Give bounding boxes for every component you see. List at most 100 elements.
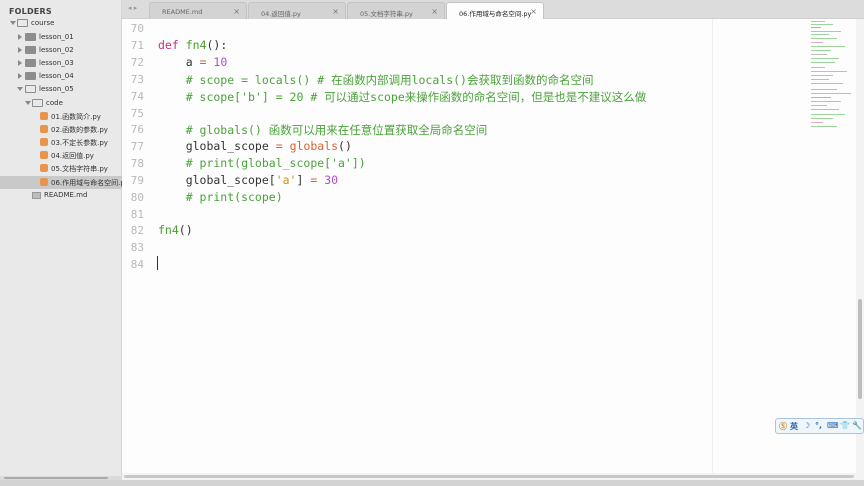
- code-line-73: # scope = locals() # 在函数内部调用locals()会获取到…: [158, 73, 594, 87]
- minimap-line: [811, 114, 845, 115]
- minimap-line: [811, 34, 829, 35]
- code-editor[interactable]: 70 71 72 73 74 75 76 77 78 79 80 81 82 8…: [122, 19, 727, 473]
- file-label: 06.作用域与命名空间.py: [51, 179, 129, 187]
- file-item[interactable]: README.md: [0, 189, 122, 202]
- folder-label: lesson_04: [39, 72, 74, 80]
- file-item[interactable]: 02.函数的参数.py: [0, 123, 122, 136]
- folder-open-icon: [32, 99, 43, 107]
- minimap-line: [811, 62, 835, 63]
- file-label: README.md: [44, 191, 88, 199]
- scrollbar-thumb[interactable]: [4, 477, 108, 479]
- line-number: 81: [130, 208, 144, 221]
- wrench-icon[interactable]: 🔧: [852, 421, 862, 430]
- minimap-line: [811, 79, 829, 80]
- tab-label: 06.作用域与命名空间.py: [459, 10, 532, 18]
- code-text: (): [338, 139, 352, 153]
- folder-label: lesson_02: [39, 46, 74, 54]
- number: 10: [206, 55, 228, 69]
- moon-icon[interactable]: ☽: [803, 421, 810, 430]
- folders-title: FOLDERS: [9, 7, 52, 16]
- chevron-right-icon[interactable]: [18, 60, 22, 66]
- code-line-80: # print(scope): [158, 190, 283, 204]
- text-cursor: [157, 256, 158, 270]
- minimap-line: [811, 67, 825, 68]
- folder-lesson-02[interactable]: lesson_02: [0, 44, 122, 57]
- file-item[interactable]: 05.文档字符串.py: [0, 162, 122, 175]
- minimap-line: [811, 31, 841, 32]
- minimap-line: [811, 93, 851, 94]
- minimap-line: [811, 46, 845, 47]
- close-icon[interactable]: ×: [431, 7, 438, 16]
- ime-logo-icon[interactable]: Ⓢ: [779, 421, 787, 432]
- string: 'a': [275, 173, 297, 187]
- line-number: 74: [130, 90, 144, 103]
- line-number: 84: [130, 258, 144, 271]
- folder-icon: [25, 59, 36, 67]
- chevron-right-icon[interactable]: [18, 34, 22, 40]
- chevron-right-icon[interactable]: [18, 73, 22, 79]
- skin-icon[interactable]: 👕: [840, 421, 850, 430]
- minimap-line: [811, 58, 839, 59]
- folder-code[interactable]: code: [0, 97, 122, 110]
- minimap-line: [811, 118, 833, 119]
- chevron-down-icon[interactable]: [25, 101, 31, 105]
- tab-05[interactable]: 05.文档字符串.py ×: [347, 2, 445, 19]
- vertical-scrollbar[interactable]: [856, 19, 864, 473]
- chevron-down-icon[interactable]: [17, 87, 23, 91]
- minimap-line: [811, 42, 823, 43]
- folder-course[interactable]: course: [0, 17, 122, 30]
- file-item[interactable]: 03.不定长参数.py: [0, 136, 122, 149]
- operator: =: [275, 139, 283, 153]
- chevron-right-icon[interactable]: [18, 47, 22, 53]
- code-line-71: def fn4():: [158, 38, 227, 52]
- tab-readme[interactable]: README.md ×: [149, 2, 247, 19]
- minimap-line: [811, 126, 837, 127]
- tab-06-active[interactable]: 06.作用域与命名空间.py ×: [446, 2, 544, 20]
- folder-lesson-05[interactable]: lesson_05: [0, 83, 122, 96]
- ime-language-toggle[interactable]: 英: [790, 421, 798, 432]
- folder-lesson-01[interactable]: lesson_01: [0, 31, 122, 44]
- line-number: 70: [130, 22, 144, 35]
- code-text: (): [178, 223, 193, 237]
- code-text: ]: [296, 173, 311, 187]
- close-icon[interactable]: ×: [530, 7, 537, 16]
- line-number: 80: [130, 191, 144, 204]
- folder-label: lesson_05: [39, 85, 74, 93]
- close-icon[interactable]: ×: [332, 7, 339, 16]
- line-number: 71: [130, 39, 144, 52]
- status-bar: [0, 480, 864, 486]
- folder-lesson-04[interactable]: lesson_04: [0, 70, 122, 83]
- ime-toolbar[interactable]: Ⓢ 英 ☽ °, ⌨ 👕 🔧: [775, 418, 864, 434]
- folder-icon: [25, 33, 36, 41]
- markdown-file-icon: [32, 192, 41, 199]
- horizontal-scrollbar[interactable]: [122, 473, 864, 480]
- minimap[interactable]: [712, 19, 854, 473]
- file-item-selected[interactable]: 06.作用域与命名空间.py: [0, 176, 129, 189]
- tab-nav-arrows[interactable]: ◂ ▸: [128, 4, 137, 12]
- chevron-down-icon[interactable]: [10, 21, 16, 25]
- folder-label: lesson_01: [39, 33, 74, 41]
- file-label: 03.不定长参数.py: [51, 139, 108, 147]
- tab-bar: ◂ ▸ README.md × 04.返回值.py × 05.文档字符串.py …: [122, 0, 864, 20]
- file-item[interactable]: 04.返回值.py: [0, 149, 122, 162]
- file-item[interactable]: 01.函数简介.py: [0, 110, 122, 123]
- folder-icon: [25, 46, 36, 54]
- line-number: 75: [130, 107, 144, 120]
- line-number: 73: [130, 73, 144, 86]
- code-line-77: global_scope = globals(): [158, 139, 352, 153]
- code-text: global_scope: [158, 139, 276, 153]
- close-icon[interactable]: ×: [233, 7, 240, 16]
- line-number: 76: [130, 123, 144, 136]
- tab-04[interactable]: 04.返回值.py ×: [248, 2, 346, 19]
- python-file-icon: [40, 164, 48, 172]
- file-label: 05.文档字符串.py: [51, 165, 108, 173]
- scrollbar-thumb[interactable]: [858, 299, 862, 399]
- minimap-line: [811, 21, 825, 22]
- keyboard-icon[interactable]: ⌨: [827, 421, 839, 430]
- folder-lesson-03[interactable]: lesson_03: [0, 57, 122, 70]
- line-number: 72: [130, 56, 144, 69]
- punctuation-icon[interactable]: °,: [815, 421, 822, 430]
- scrollbar-thumb[interactable]: [124, 475, 854, 478]
- folder-label: lesson_03: [39, 59, 74, 67]
- minimap-line: [811, 38, 837, 39]
